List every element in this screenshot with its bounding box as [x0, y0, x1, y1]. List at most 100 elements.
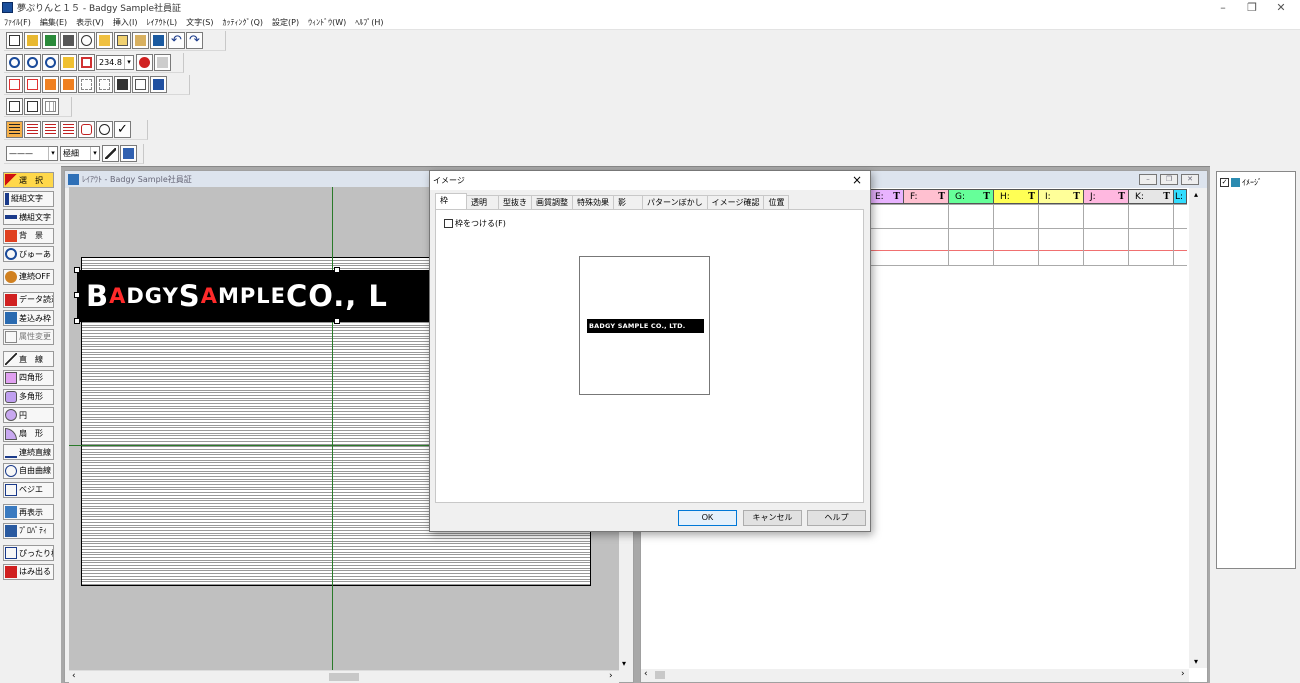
- cancel-button[interactable]: キャンセル: [743, 510, 802, 526]
- tool-fit-frame[interactable]: ぴったり枠: [3, 545, 54, 562]
- maximize-button[interactable]: ❐: [1237, 0, 1267, 15]
- menu-text[interactable]: 文字(S): [186, 17, 213, 28]
- menu-layout[interactable]: ﾚｲｱｳﾄ(L): [146, 17, 177, 28]
- front-button[interactable]: [6, 76, 23, 93]
- tool-background[interactable]: 背 景: [3, 227, 54, 244]
- zoom-in-button[interactable]: [24, 54, 41, 71]
- menu-window[interactable]: ｳｨﾝﾄﾞｳ(W): [308, 17, 346, 28]
- preview-button[interactable]: [78, 32, 95, 49]
- tool-circle[interactable]: 円: [3, 407, 54, 424]
- tool-merge-frame[interactable]: 差込み枠: [3, 310, 54, 327]
- minimize-button[interactable]: –: [1208, 0, 1238, 15]
- tool-vertical-text[interactable]: 縦組文字: [3, 190, 54, 207]
- vertical-text-button[interactable]: [78, 121, 95, 138]
- data-horizontal-scrollbar[interactable]: ‹ ›: [641, 669, 1189, 682]
- tab-image-check[interactable]: イメージ確認: [706, 195, 765, 209]
- menu-settings[interactable]: 設定(P): [272, 17, 299, 28]
- tool-freehand[interactable]: 自由曲線: [3, 462, 54, 479]
- help-button[interactable]: ヘルプ: [807, 510, 866, 526]
- save-button[interactable]: [42, 32, 59, 49]
- tool-redisplay[interactable]: 再表示: [3, 504, 54, 521]
- selection-handle[interactable]: [334, 267, 340, 273]
- delete-button[interactable]: [150, 32, 167, 49]
- line-weight-select[interactable]: 極細 ▾: [60, 146, 100, 161]
- column-header-j[interactable]: J: T: [1083, 189, 1129, 204]
- zoom-fit-button[interactable]: [6, 54, 23, 71]
- data-vertical-scrollbar[interactable]: ▴ ▾: [1189, 188, 1207, 668]
- tool-sector[interactable]: 扇 形: [3, 425, 54, 442]
- align-center-button[interactable]: [24, 121, 41, 138]
- group-button[interactable]: [78, 76, 95, 93]
- close-button[interactable]: ✕: [1181, 174, 1199, 185]
- selection-handle[interactable]: [74, 267, 80, 273]
- zoom-page-button[interactable]: [60, 54, 77, 71]
- tab-position[interactable]: 位置: [763, 195, 790, 209]
- column-header-k[interactable]: K: T: [1128, 189, 1174, 204]
- tool-line[interactable]: 直 線: [3, 351, 54, 368]
- column-header-i[interactable]: I: T: [1038, 189, 1084, 204]
- tool-data-load[interactable]: データ読込: [3, 291, 54, 308]
- back-button[interactable]: [24, 76, 41, 93]
- column-header-h[interactable]: H: T: [993, 189, 1039, 204]
- menu-edit[interactable]: 編集(E): [40, 17, 67, 28]
- menu-cutting[interactable]: ｶｯﾃｨﾝｸﾞ(Q): [223, 17, 264, 28]
- selection-handle[interactable]: [74, 318, 80, 324]
- selection-handle[interactable]: [74, 292, 80, 298]
- circle-button[interactable]: [96, 121, 113, 138]
- ungroup-button[interactable]: [96, 76, 113, 93]
- tab-transparent[interactable]: 透明: [466, 195, 499, 209]
- column-header-f[interactable]: F: T: [903, 189, 949, 204]
- tool-rectangle[interactable]: 四角形: [3, 369, 54, 386]
- object-item[interactable]: ✓ ｲﾒｰｼﾞ: [1220, 177, 1295, 188]
- tab-cutout[interactable]: 型抜き: [498, 195, 532, 209]
- tool-property[interactable]: ﾌﾟﾛﾊﾟﾃｨ: [3, 522, 54, 539]
- move-button[interactable]: [136, 54, 153, 71]
- tab-frame[interactable]: 枠: [435, 193, 467, 209]
- column-header-l[interactable]: L:: [1173, 189, 1187, 204]
- align-v-button[interactable]: [60, 76, 77, 93]
- minimize-button[interactable]: –: [1139, 174, 1157, 185]
- redo-button[interactable]: ↷: [186, 32, 203, 49]
- undo-button[interactable]: ↶: [168, 32, 185, 49]
- dialog-close-button[interactable]: ×: [852, 173, 862, 187]
- fill-color-button[interactable]: [120, 145, 137, 162]
- lock-button[interactable]: [114, 76, 131, 93]
- align-h-button[interactable]: [42, 76, 59, 93]
- align-right-button[interactable]: [42, 121, 59, 138]
- zoom-select[interactable]: 234.8 ▾: [96, 55, 134, 70]
- scroll-thumb[interactable]: [655, 671, 665, 679]
- tool-bezier[interactable]: ベジエ: [3, 481, 54, 498]
- tab-quality[interactable]: 画質調整: [531, 195, 573, 209]
- menu-view[interactable]: 表示(V): [76, 17, 104, 28]
- close-button[interactable]: ✕: [1266, 0, 1296, 15]
- justify-button[interactable]: [60, 121, 77, 138]
- tool-overflow[interactable]: はみ出る: [3, 563, 54, 580]
- line-color-button[interactable]: [102, 145, 119, 162]
- tab-shadow[interactable]: 影: [613, 195, 643, 209]
- tool-continuous-off[interactable]: 連続OFF: [3, 268, 54, 285]
- tool-attribute-change[interactable]: 属性変更: [3, 328, 54, 345]
- ok-button[interactable]: OK: [678, 510, 737, 526]
- zoom-out-button[interactable]: [42, 54, 59, 71]
- copy-button[interactable]: [114, 32, 131, 49]
- open-button[interactable]: [24, 32, 41, 49]
- tab-pattern-blur[interactable]: パターンぼかし: [642, 195, 708, 209]
- restore-button[interactable]: ❐: [1160, 174, 1178, 185]
- hand-button[interactable]: [154, 54, 171, 71]
- tool-horizontal-text[interactable]: 横組文字: [3, 209, 54, 226]
- edit-button[interactable]: [96, 32, 113, 49]
- menu-insert[interactable]: 挿入(I): [113, 17, 138, 28]
- check-button[interactable]: ✓: [114, 121, 131, 138]
- column-header-g[interactable]: G: T: [948, 189, 994, 204]
- line-style-select[interactable]: ——— ▾: [6, 146, 58, 161]
- tab-effects[interactable]: 特殊効果: [572, 195, 614, 209]
- tool-polyline[interactable]: 連続直線: [3, 444, 54, 461]
- scroll-thumb[interactable]: [329, 673, 359, 681]
- vertical-guide[interactable]: [332, 187, 333, 670]
- select-all-button[interactable]: [150, 76, 167, 93]
- view-one-button[interactable]: [24, 98, 41, 115]
- property-button[interactable]: [132, 76, 149, 93]
- print-button[interactable]: [60, 32, 77, 49]
- new-button[interactable]: [6, 32, 23, 49]
- paste-button[interactable]: [132, 32, 149, 49]
